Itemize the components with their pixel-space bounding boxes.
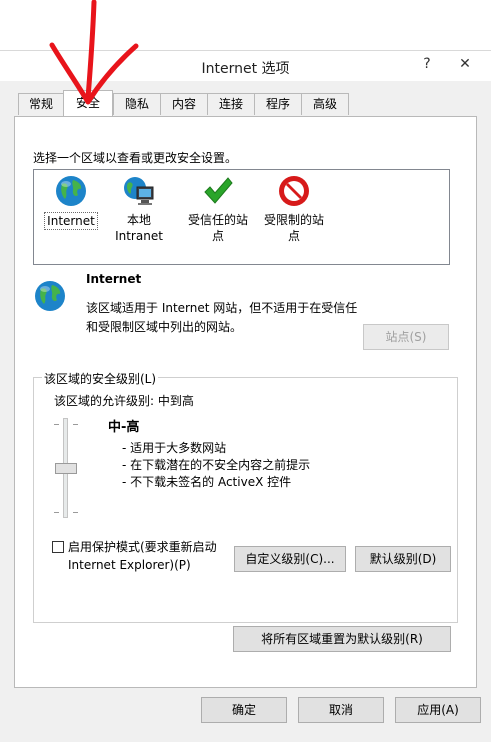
zone-label: 本地 Intranet: [115, 213, 163, 243]
selected-zone-description: 该区域适用于 Internet 网站，但不适用于在受信任和受限制区域中列出的网站…: [86, 301, 358, 334]
security-level-name: 中-高: [108, 420, 140, 435]
security-tab-panel: 选择一个区域以查看或更改安全设置。 Internet 本地 Intranet 受…: [14, 116, 477, 688]
tab-programs[interactable]: 程序: [254, 93, 302, 115]
tab-connections[interactable]: 连接: [207, 93, 255, 115]
protected-mode-label[interactable]: 启用保护模式(要求重新启动 Internet Explorer)(P): [68, 538, 238, 574]
list-item: - 在下载潜在的不安全内容之前提示: [122, 458, 311, 472]
reset-all-zones-button[interactable]: 将所有区域重置为默认级别(R): [233, 626, 451, 652]
apply-button[interactable]: 应用(A): [395, 697, 481, 723]
zone-trusted-sites[interactable]: 受信任的站 点: [182, 174, 254, 244]
allowed-level-text: 该区域的允许级别: 中到高: [54, 394, 194, 408]
protected-mode-checkbox[interactable]: [52, 541, 64, 553]
zone-list[interactable]: Internet 本地 Intranet 受信任的站 点 受限制的站 点: [33, 169, 450, 265]
tab-content[interactable]: 内容: [160, 93, 208, 115]
selected-zone-title: Internet: [86, 272, 142, 286]
checkmark-icon: [204, 177, 233, 204]
zone-label: 受限制的站 点: [263, 213, 324, 243]
zone-restricted-sites[interactable]: 受限制的站 点: [258, 174, 330, 244]
globe-icon: [35, 281, 65, 311]
zone-label: Internet: [44, 212, 98, 230]
tab-advanced[interactable]: 高级: [301, 93, 349, 115]
slider-thumb[interactable]: [55, 463, 77, 474]
sites-button[interactable]: 站点(S): [363, 324, 449, 350]
annotation-arrow: [49, 0, 139, 105]
list-item: - 适用于大多数网站: [122, 441, 227, 455]
zone-internet[interactable]: Internet: [44, 174, 98, 230]
security-level-legend: 该区域的安全级别(L): [42, 370, 159, 387]
security-level-group: 该区域的安全级别(L) 该区域的允许级别: 中到高 中-高 - 适用于大多数网站…: [33, 370, 458, 623]
slider-tick: [54, 424, 59, 425]
internet-options-dialog: Internet 选项 ? ✕ 常规 安全 隐私 内容 连接 程序 高级 选择一…: [0, 50, 491, 742]
slider-tick: [54, 512, 59, 513]
globe-icon: [56, 176, 86, 206]
security-level-slider[interactable]: [50, 418, 82, 518]
cancel-button[interactable]: 取消: [298, 697, 384, 723]
close-button[interactable]: ✕: [447, 54, 483, 74]
zone-heading: 选择一个区域以查看或更改安全设置。: [33, 151, 238, 165]
list-item: - 不下载未签名的 ActiveX 控件: [122, 475, 292, 489]
help-button[interactable]: ?: [413, 54, 441, 74]
slider-tick: [73, 512, 78, 513]
intranet-icon: [124, 177, 154, 205]
no-entry-icon: [279, 176, 309, 206]
security-level-bullets: - 适用于大多数网站 - 在下载潜在的不安全内容之前提示 - 不下载未签名的 A…: [122, 440, 310, 491]
slider-tick: [73, 424, 78, 425]
zone-local-intranet[interactable]: 本地 Intranet: [108, 174, 170, 244]
custom-level-button[interactable]: 自定义级别(C)...: [234, 546, 346, 572]
ok-button[interactable]: 确定: [201, 697, 287, 723]
zone-label: 受信任的站 点: [187, 213, 248, 243]
default-level-button[interactable]: 默认级别(D): [355, 546, 451, 572]
